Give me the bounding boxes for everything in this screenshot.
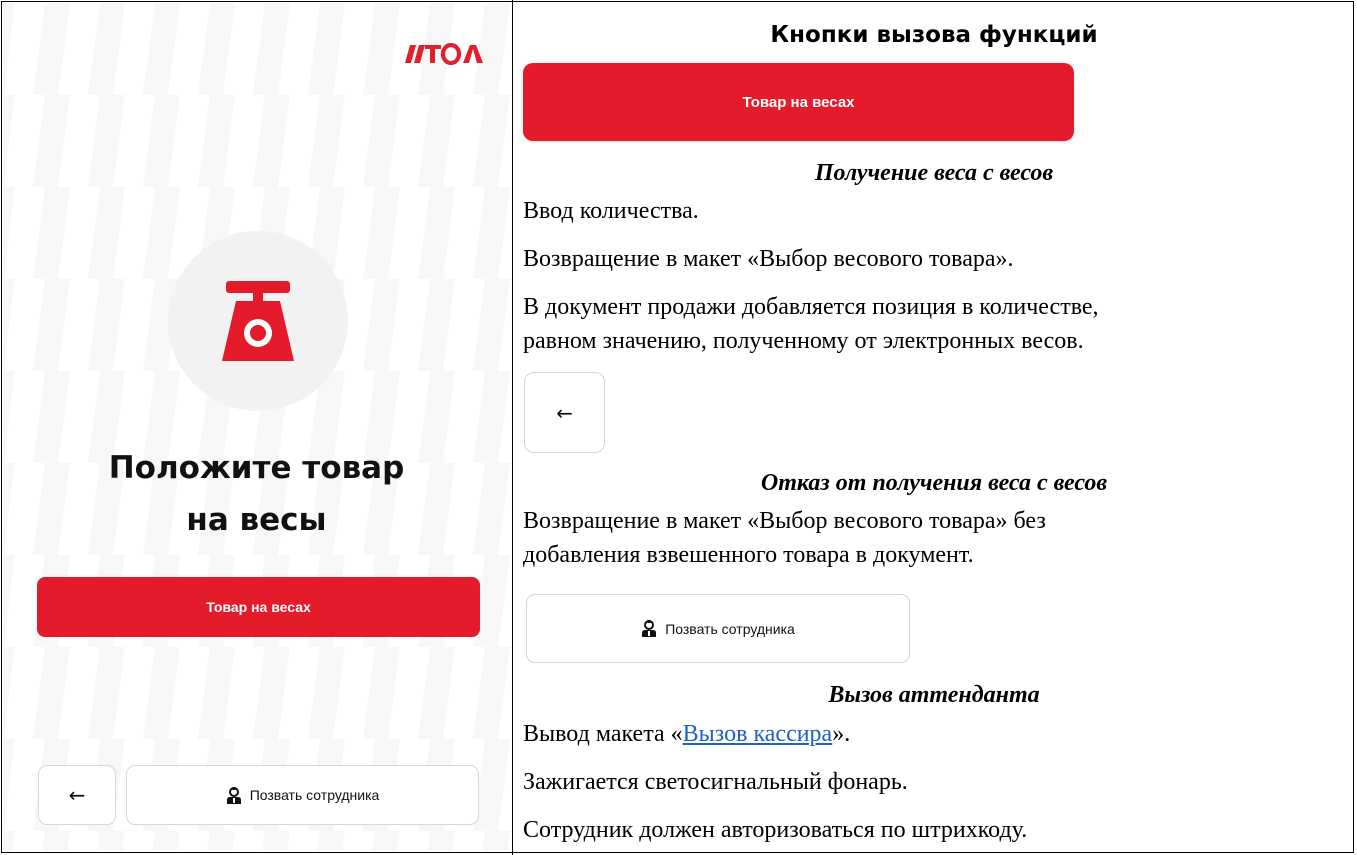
- back-arrow-icon: ←: [68, 783, 86, 807]
- call-line-1-prefix: Вывод макета «: [523, 721, 683, 747]
- weigh-item-button-label: Товар на весах: [206, 599, 311, 615]
- kiosk-screen-mockup: Положите товар на весы Товар на весах ← …: [3, 3, 510, 850]
- cashier-call-link[interactable]: Вызов кассира: [683, 721, 833, 747]
- weigh-item-button-sample-label: Товар на весах: [742, 93, 855, 111]
- call-staff-button-sample-label: Позвать сотрудника: [665, 620, 795, 637]
- call-line-1-suffix: ».: [832, 721, 851, 747]
- back-line-1: Возвращение в макет «Выбор весового това…: [523, 508, 1046, 534]
- atol-logo: [405, 42, 483, 71]
- instruction-title-line1: Положите товар: [108, 450, 405, 486]
- weigh-item-button-sample[interactable]: Товар на весах: [523, 63, 1074, 141]
- call-caption: Вызов аттенданта: [828, 682, 1040, 708]
- call-staff-button-sample[interactable]: Позвать сотрудника: [526, 594, 910, 663]
- person-icon: [642, 620, 657, 637]
- call-staff-button[interactable]: Позвать сотрудника: [126, 765, 479, 825]
- weigh-line-1: Ввод количества.: [523, 198, 699, 224]
- call-line-3: Сотрудник должен авторизоваться по штрих…: [523, 817, 1028, 843]
- column-divider: [512, 0, 513, 855]
- back-arrow-icon: ←: [556, 400, 573, 425]
- instruction-title-line2: на весы: [186, 502, 327, 538]
- scale-icon-circle: [168, 231, 348, 411]
- weigh-caption: Получение веса с весов: [814, 160, 1054, 186]
- weigh-line-3: В документ продажи добавляется позиция в…: [523, 294, 1099, 320]
- back-caption: Отказ от получения веса с весов: [760, 470, 1108, 496]
- weigh-line-2: Возвращение в макет «Выбор весового това…: [523, 246, 1014, 272]
- diagonal-stripe-background: [3, 3, 510, 850]
- back-line-2: добавления взвешенного товара в документ…: [523, 542, 974, 568]
- weigh-item-button[interactable]: Товар на весах: [37, 577, 480, 637]
- weigh-line-4: равном значению, полученному от электрон…: [523, 328, 1084, 354]
- back-button[interactable]: ←: [38, 765, 116, 825]
- person-icon: [226, 786, 241, 804]
- call-staff-button-label: Позвать сотрудника: [249, 787, 380, 803]
- call-line-1: Вывод макета «Вызов кассира».: [523, 721, 850, 748]
- section-heading: Кнопки вызова функций: [770, 22, 1098, 48]
- back-button-sample[interactable]: ←: [524, 372, 605, 453]
- scale-icon: [222, 281, 294, 361]
- description-column: Кнопки вызова функций Товар на весах Пол…: [514, 0, 1354, 855]
- call-line-2: Зажигается светосигнальный фонарь.: [523, 769, 908, 795]
